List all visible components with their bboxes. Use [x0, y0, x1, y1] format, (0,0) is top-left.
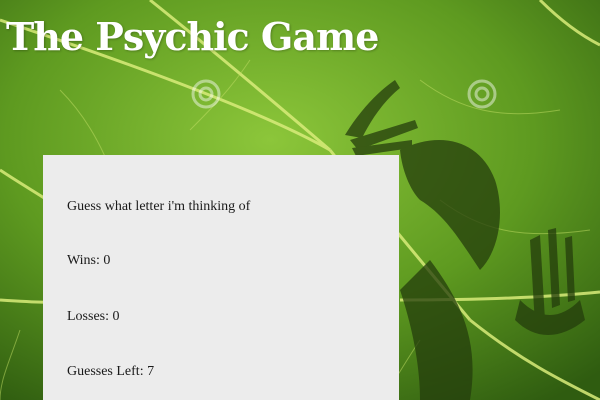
prompt-text: Guess what letter i'm thinking of	[67, 199, 251, 214]
losses-value: 0	[112, 309, 120, 324]
game-panel: Guess what letter i'm thinking of Wins: …	[43, 155, 399, 400]
guesses-left-label: Guesses Left:	[67, 364, 144, 379]
wins-row: Wins: 0	[67, 253, 110, 269]
wins-label: Wins:	[67, 253, 100, 268]
guesses-left-row: Guesses Left: 7	[67, 364, 154, 380]
guesses-left-value: 7	[147, 364, 155, 379]
page-title: The Psychic Game	[6, 14, 379, 59]
losses-row: Losses: 0	[67, 309, 120, 325]
losses-label: Losses:	[67, 309, 109, 324]
wins-value: 0	[103, 253, 111, 268]
